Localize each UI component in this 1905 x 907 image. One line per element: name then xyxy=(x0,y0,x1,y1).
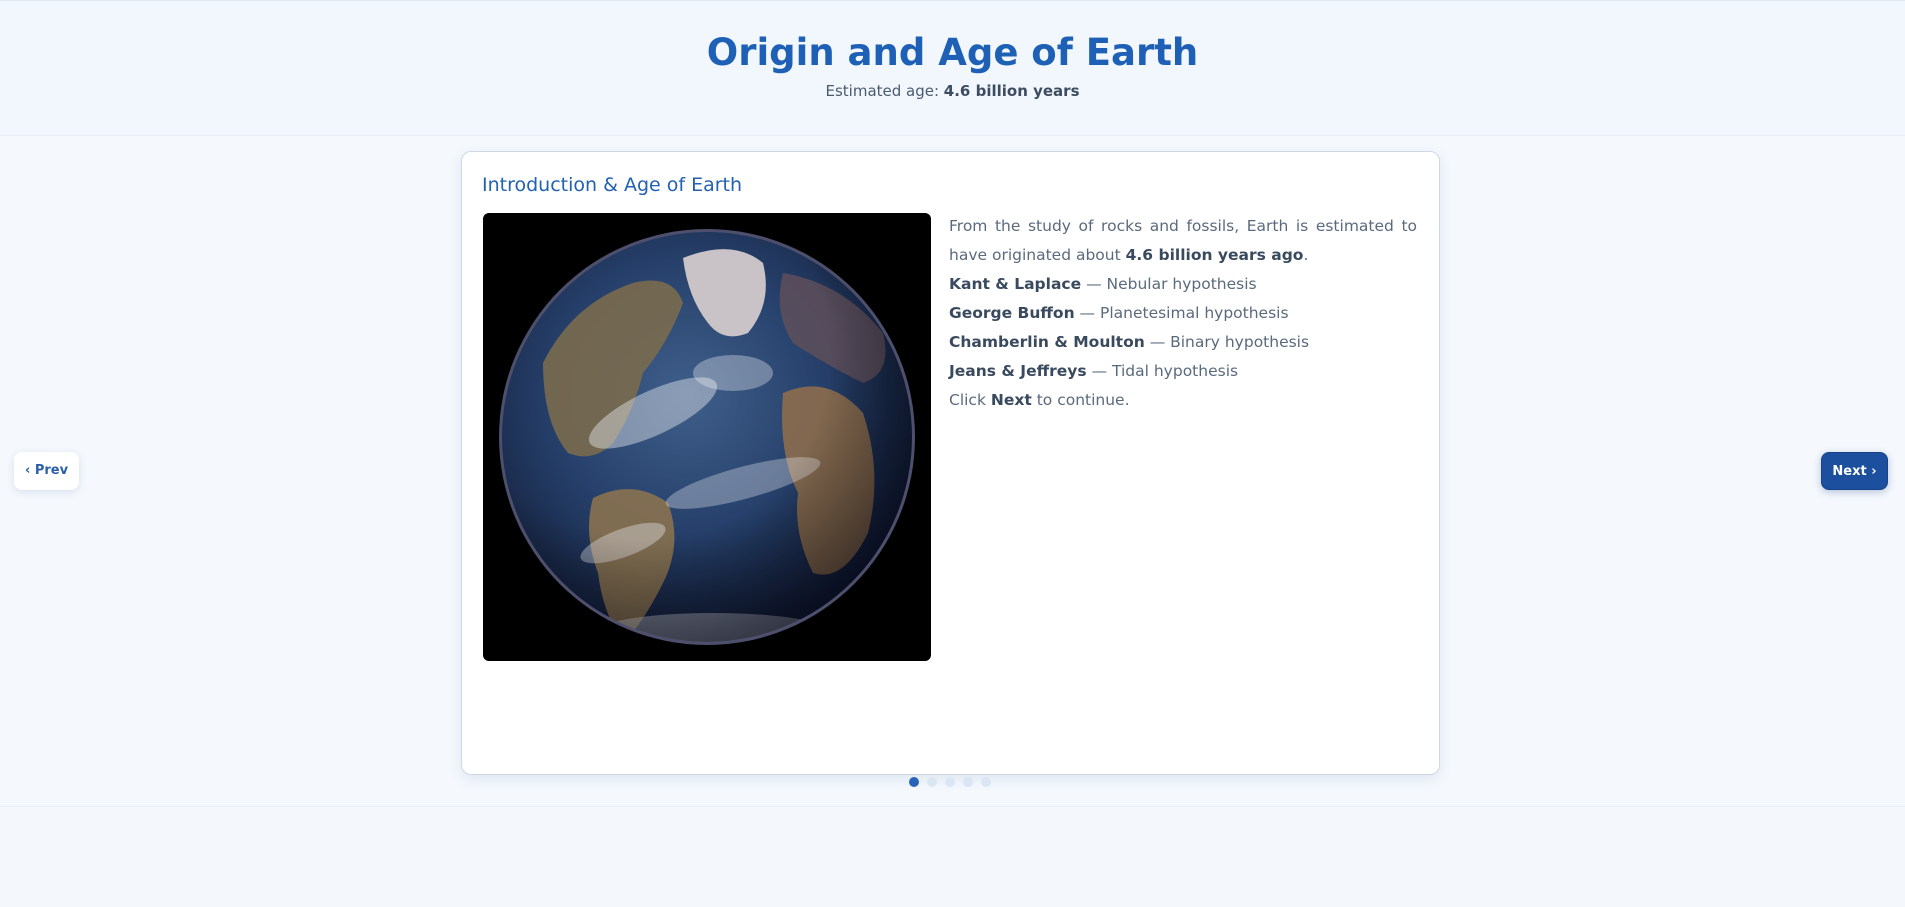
cta-next: Next xyxy=(990,391,1032,409)
hypothesis-item: Kant & Laplace — Nebular hypothesis xyxy=(949,270,1417,299)
hypothesis-author: George Buffon xyxy=(949,304,1075,322)
hypothesis-author: Kant & Laplace xyxy=(949,275,1082,293)
next-button[interactable]: Next › xyxy=(1821,452,1888,490)
cta-end: to continue. xyxy=(1031,391,1130,409)
page-subtitle: Estimated age: 4.6 billion years xyxy=(0,82,1905,100)
hypothesis-item: George Buffon — Planetesimal hypothesis xyxy=(949,299,1417,328)
page-title: Origin and Age of Earth xyxy=(706,31,1199,74)
continue-hint: Click Next to continue. xyxy=(949,386,1417,415)
hypothesis-author: Chamberlin & Moulton xyxy=(949,333,1145,351)
pagination-dot-1[interactable] xyxy=(909,777,919,787)
earth-image xyxy=(483,213,931,661)
slide-title: Introduction & Age of Earth xyxy=(482,174,743,196)
hypothesis-name: — Nebular hypothesis xyxy=(1081,275,1257,293)
intro-paragraph: From the study of rocks and fossils, Ear… xyxy=(949,212,1417,270)
pagination-dot-3[interactable] xyxy=(945,777,955,787)
subtitle-prefix: Estimated age: xyxy=(825,82,944,100)
hypothesis-name: — Tidal hypothesis xyxy=(1086,362,1239,380)
hypothesis-author: Jeans & Jeffreys xyxy=(949,362,1087,380)
prev-button[interactable]: ‹ Prev xyxy=(14,452,79,490)
earth-globe-icon xyxy=(499,229,915,645)
page-header: Origin and Age of Earth Estimated age: 4… xyxy=(0,1,1905,136)
subtitle-age: 4.6 billion years xyxy=(943,82,1080,100)
slide-card: Introduction & Age of Earth From the stu… xyxy=(461,151,1440,775)
pagination-dot-4[interactable] xyxy=(963,777,973,787)
intro-age: 4.6 billion years ago xyxy=(1125,246,1304,264)
intro-end: . xyxy=(1303,246,1309,264)
hypothesis-item: Jeans & Jeffreys — Tidal hypothesis xyxy=(949,357,1417,386)
hypothesis-name: — Planetesimal hypothesis xyxy=(1074,304,1289,322)
hypothesis-item: Chamberlin & Moulton — Binary hypothesis xyxy=(949,328,1417,357)
cta-text: Click xyxy=(949,391,991,409)
slide-text: From the study of rocks and fossils, Ear… xyxy=(949,212,1417,415)
hypothesis-name: — Binary hypothesis xyxy=(1144,333,1310,351)
pagination-dot-5[interactable] xyxy=(981,777,991,787)
pagination-dot-2[interactable] xyxy=(927,777,937,787)
